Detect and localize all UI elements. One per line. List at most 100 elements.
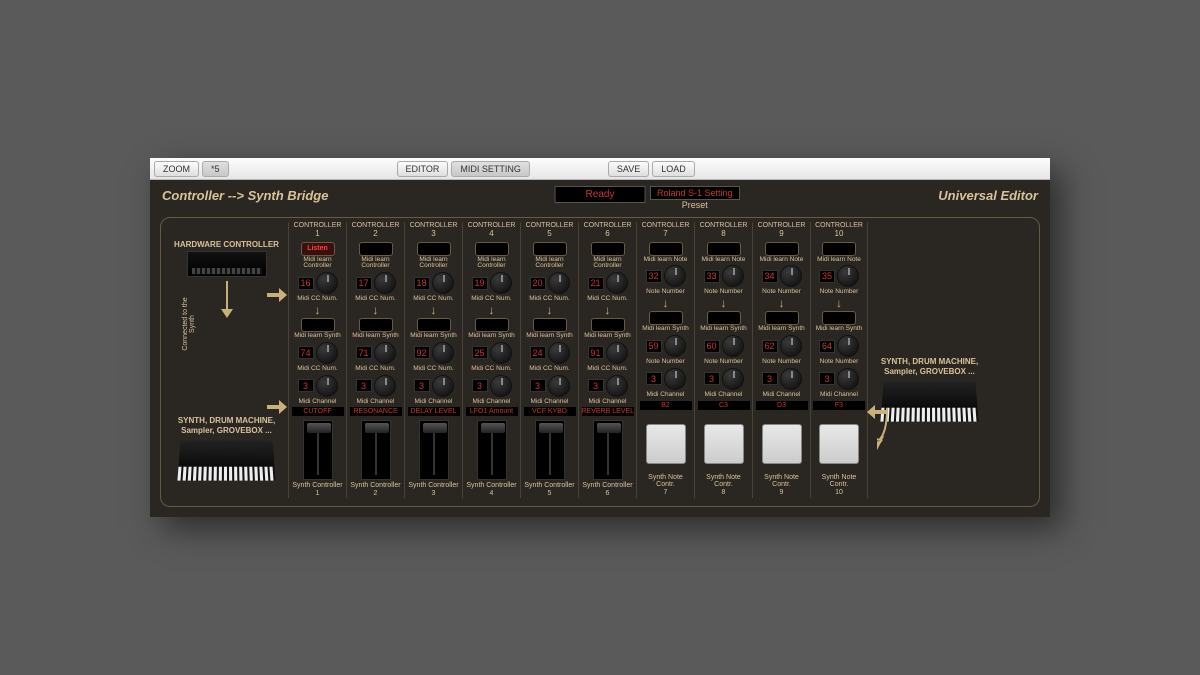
cc-top-knob[interactable]: [548, 272, 570, 294]
cc-top-knob[interactable]: [432, 272, 454, 294]
midi-learn-top-label: Midi learn Controller: [349, 257, 402, 271]
listen-synth-button[interactable]: [533, 318, 567, 332]
right-side-panel: SYNTH, DRUM MACHINE, Sampler, GROVEBOX .…: [872, 222, 987, 498]
cc-top-value: 20: [530, 277, 546, 290]
fader[interactable]: [361, 420, 391, 480]
midi-channel-label: Midi Channel: [299, 399, 337, 406]
cc-bottom-knob[interactable]: [548, 342, 570, 364]
cc-bottom-knob[interactable]: [316, 342, 338, 364]
cc-top-knob[interactable]: [722, 265, 744, 287]
param-name: CUTOFF: [292, 407, 344, 416]
midi-ch-knob[interactable]: [606, 375, 628, 397]
cc-bottom-knob[interactable]: [664, 335, 686, 357]
cc-top-knob[interactable]: [664, 265, 686, 287]
midi-ch-knob[interactable]: [548, 375, 570, 397]
pad[interactable]: [704, 424, 744, 464]
cc-bottom-knob[interactable]: [837, 335, 859, 357]
midi-channel-label: Midi Channel: [357, 399, 395, 406]
cc-top-knob[interactable]: [374, 272, 396, 294]
zoom-value[interactable]: *5: [202, 161, 229, 177]
channel-header: CONTROLLER7: [642, 222, 690, 238]
channel-4: CONTROLLER4Midi learn Controller19Midi C…: [462, 222, 520, 498]
pad[interactable]: [646, 424, 686, 464]
midi-ch-knob[interactable]: [374, 375, 396, 397]
zoom-button[interactable]: ZOOM: [154, 161, 199, 177]
bottom-label: Synth Controller1: [292, 482, 342, 497]
listen-button[interactable]: [359, 242, 393, 256]
listen-button[interactable]: [707, 242, 741, 256]
main-grid: HARDWARE CONTROLLER Connected to the Syn…: [160, 217, 1040, 507]
listen-synth-button[interactable]: [649, 311, 683, 325]
channel-1: CONTROLLER1ListenMidi learn Controller16…: [288, 222, 346, 498]
cc-top-knob[interactable]: [837, 265, 859, 287]
midi-learn-top-label: Midi learn Note: [817, 257, 861, 264]
listen-synth-button[interactable]: [475, 318, 509, 332]
midi-ch-knob[interactable]: [722, 368, 744, 390]
fader[interactable]: [419, 420, 449, 480]
cc-bottom-knob[interactable]: [780, 335, 802, 357]
pad[interactable]: [819, 424, 859, 464]
listen-synth-button[interactable]: [591, 318, 625, 332]
cc-bottom-label: Midi CC Num.: [587, 366, 627, 373]
midi-ch-knob[interactable]: [664, 368, 686, 390]
midi-ch-knob[interactable]: [316, 375, 338, 397]
listen-synth-button[interactable]: [822, 311, 856, 325]
listen-synth-button[interactable]: [417, 318, 451, 332]
save-button[interactable]: SAVE: [608, 161, 649, 177]
arrow-down-icon: ↓: [373, 303, 379, 317]
cc-bottom-knob[interactable]: [374, 342, 396, 364]
cc-top-label: Note Number: [762, 289, 801, 296]
midi-channel-label: Midi Channel: [531, 399, 569, 406]
pad[interactable]: [762, 424, 802, 464]
listen-button[interactable]: [649, 242, 683, 256]
midi-learn-synth-label: Midi learn Synth: [468, 333, 515, 340]
status-display: Ready: [555, 186, 646, 203]
listen-synth-button[interactable]: [359, 318, 393, 332]
cc-top-knob[interactable]: [606, 272, 628, 294]
preset-select[interactable]: Roland S-1 Setting: [650, 186, 740, 200]
editor-tab[interactable]: EDITOR: [397, 161, 449, 177]
fader[interactable]: [477, 420, 507, 480]
midi-ch-value: 3: [704, 372, 720, 385]
fader[interactable]: [535, 420, 565, 480]
listen-synth-button[interactable]: [707, 311, 741, 325]
cc-top-knob[interactable]: [316, 272, 338, 294]
load-button[interactable]: LOAD: [652, 161, 695, 177]
midi-channel-label: Midi Channel: [589, 399, 627, 406]
midi-ch-knob[interactable]: [432, 375, 454, 397]
midi-learn-synth-label: Midi learn Synth: [352, 333, 399, 340]
listen-button[interactable]: [822, 242, 856, 256]
toolbar: ZOOM *5 EDITOR MIDI SETTING SAVE LOAD: [150, 158, 1050, 180]
channel-header: CONTROLLER9: [758, 222, 806, 238]
listen-button[interactable]: Listen: [301, 242, 335, 256]
cc-bottom-knob[interactable]: [606, 342, 628, 364]
listen-synth-button[interactable]: [301, 318, 335, 332]
midi-setting-tab[interactable]: MIDI SETTING: [451, 161, 530, 177]
cc-top-knob[interactable]: [490, 272, 512, 294]
listen-button[interactable]: [591, 242, 625, 256]
fader[interactable]: [303, 420, 333, 480]
listen-button[interactable]: [533, 242, 567, 256]
channel-header: CONTROLLER8: [700, 222, 748, 238]
listen-button[interactable]: [475, 242, 509, 256]
cc-bottom-knob[interactable]: [490, 342, 512, 364]
listen-synth-button[interactable]: [765, 311, 799, 325]
midi-ch-knob[interactable]: [837, 368, 859, 390]
cc-bottom-value: 92: [414, 346, 430, 359]
fader[interactable]: [593, 420, 623, 480]
midi-ch-value: 3: [414, 379, 430, 392]
cc-bottom-knob[interactable]: [432, 342, 454, 364]
param-name: LFO1 Amount: [466, 407, 518, 416]
cc-bottom-value: 74: [298, 346, 314, 359]
param-name: DELAY LEVEL: [408, 407, 460, 416]
hardware-controller-image: [187, 251, 267, 277]
listen-button[interactable]: [765, 242, 799, 256]
midi-ch-knob[interactable]: [780, 368, 802, 390]
cc-bottom-label: Midi CC Num.: [355, 366, 395, 373]
cc-top-knob[interactable]: [780, 265, 802, 287]
preset-label: Preset: [682, 200, 708, 210]
midi-ch-knob[interactable]: [490, 375, 512, 397]
cc-bottom-knob[interactable]: [722, 335, 744, 357]
cc-bottom-label: Note Number: [762, 359, 801, 366]
listen-button[interactable]: [417, 242, 451, 256]
